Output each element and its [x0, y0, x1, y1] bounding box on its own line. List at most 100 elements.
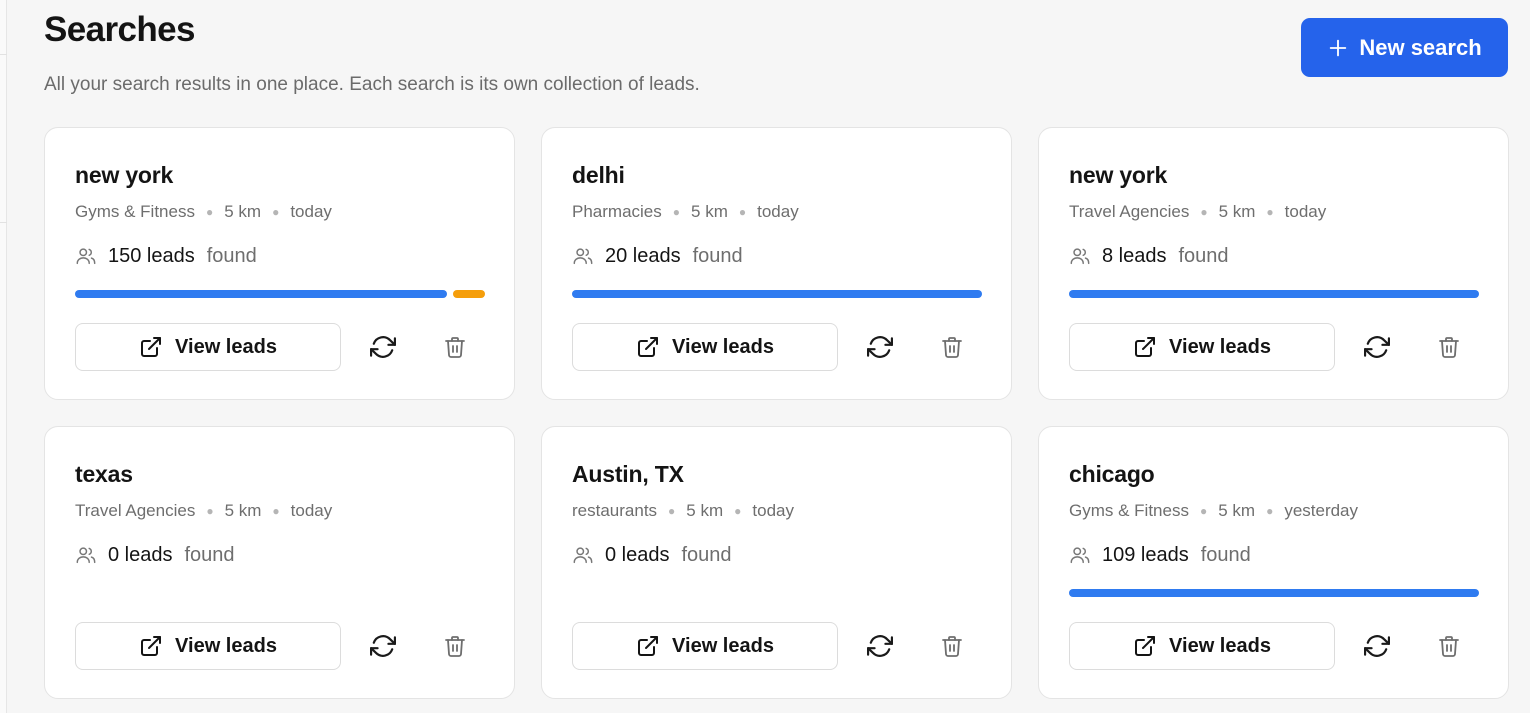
delete-button[interactable] — [936, 331, 968, 363]
search-radius: 5 km — [691, 202, 728, 221]
search-category: Pharmacies — [572, 202, 662, 221]
search-radius: 5 km — [686, 501, 724, 520]
page-header: Searches All your search results in one … — [44, 12, 700, 95]
view-leads-button[interactable]: View leads — [572, 323, 838, 371]
refresh-button[interactable] — [367, 331, 399, 363]
search-date: today — [290, 501, 333, 520]
refresh-button[interactable] — [864, 331, 896, 363]
search-date: yesterday — [1284, 501, 1359, 520]
meta-separator: ● — [272, 205, 280, 219]
search-date: today — [1284, 202, 1327, 221]
trash-icon — [1439, 636, 1459, 657]
delete-button[interactable] — [439, 331, 471, 363]
leads-found-label: found — [1178, 245, 1229, 267]
search-card-title: Austin, TX — [572, 461, 684, 487]
meta-separator: ● — [668, 504, 676, 518]
leads-summary: 0 leads found — [75, 543, 235, 567]
refresh-icon — [1364, 635, 1390, 657]
users-icon — [76, 547, 96, 564]
progress-segment-complete — [1069, 589, 1479, 597]
leads-found-label: found — [184, 544, 235, 566]
plus-icon — [1330, 39, 1347, 56]
page-title: Searches — [44, 10, 195, 49]
left-edge-divider — [0, 0, 7, 713]
search-radius: 5 km — [1218, 202, 1256, 221]
search-category: restaurants — [572, 501, 658, 520]
search-card: chicago Gyms & Fitness ● 5 km ● yesterda… — [1038, 426, 1509, 699]
trash-icon — [1439, 337, 1459, 358]
leads-found-label: found — [692, 245, 743, 267]
search-card-title: texas — [75, 461, 133, 487]
view-leads-label: View leads — [1169, 335, 1271, 358]
meta-separator: ● — [1266, 504, 1274, 518]
edge-tick — [0, 222, 7, 223]
view-leads-label: View leads — [175, 634, 277, 657]
leads-count: 8 leads — [1102, 245, 1167, 267]
view-leads-button[interactable]: View leads — [75, 323, 341, 371]
meta-separator: ● — [272, 504, 280, 518]
refresh-icon — [867, 336, 893, 358]
search-card: delhi Pharmacies ● 5 km ● today 20 leads… — [541, 127, 1012, 400]
search-radius: 5 km — [224, 202, 262, 221]
users-icon — [1070, 547, 1090, 564]
view-leads-label: View leads — [672, 634, 774, 657]
users-icon — [573, 248, 593, 265]
refresh-icon — [370, 336, 396, 358]
meta-separator: ● — [734, 504, 742, 518]
leads-progress-bar — [572, 290, 982, 298]
refresh-button[interactable] — [864, 630, 896, 662]
leads-summary: 20 leads found — [572, 244, 743, 268]
users-icon — [76, 248, 96, 265]
meta-separator: ● — [672, 205, 681, 219]
search-card: texas Travel Agencies ● 5 km ● today 0 l… — [44, 426, 515, 699]
external-link-icon — [141, 636, 162, 656]
search-card: Austin, TX restaurants ● 5 km ● today 0 … — [541, 426, 1012, 699]
progress-segment-complete — [572, 290, 982, 298]
search-card-title: chicago — [1069, 461, 1155, 487]
view-leads-button[interactable]: View leads — [572, 622, 838, 670]
refresh-button[interactable] — [367, 630, 399, 662]
leads-summary: 150 leads found — [75, 244, 257, 268]
search-date: today — [757, 202, 799, 221]
view-leads-label: View leads — [1169, 634, 1271, 657]
search-radius: 5 km — [1218, 501, 1256, 520]
refresh-button[interactable] — [1361, 331, 1393, 363]
new-search-button[interactable]: New search — [1301, 18, 1508, 77]
trash-icon — [942, 636, 962, 657]
search-card-title: new york — [75, 162, 174, 188]
leads-progress-bar — [75, 589, 485, 597]
leads-count: 20 leads — [605, 245, 681, 267]
trash-icon — [942, 337, 962, 358]
external-link-icon — [1135, 337, 1156, 357]
leads-count: 0 leads — [108, 544, 173, 566]
search-card: new york Travel Agencies ● 5 km ● today … — [1038, 127, 1509, 400]
view-leads-button[interactable]: View leads — [75, 622, 341, 670]
progress-segment-complete — [75, 290, 447, 298]
meta-separator: ● — [205, 205, 214, 219]
view-leads-button[interactable]: View leads — [1069, 622, 1335, 670]
trash-icon — [445, 636, 465, 657]
view-leads-button[interactable]: View leads — [1069, 323, 1335, 371]
leads-count: 0 leads — [605, 544, 670, 566]
meta-separator: ● — [738, 205, 747, 219]
leads-progress-bar — [75, 290, 485, 298]
delete-button[interactable] — [936, 630, 968, 662]
leads-found-label: found — [1200, 544, 1251, 566]
search-date: today — [752, 501, 794, 520]
external-link-icon — [1135, 636, 1156, 656]
external-link-icon — [141, 337, 162, 357]
search-category: Travel Agencies — [1069, 202, 1190, 221]
new-search-label: New search — [1359, 34, 1482, 60]
delete-button[interactable] — [439, 630, 471, 662]
delete-button[interactable] — [1433, 630, 1465, 662]
view-leads-label: View leads — [175, 335, 277, 358]
refresh-icon — [370, 635, 396, 657]
search-card-meta: Pharmacies ● 5 km ● today — [572, 202, 799, 222]
search-card-title: new york — [1069, 162, 1168, 188]
users-icon — [1070, 248, 1090, 265]
search-cards-grid: new york Gyms & Fitness ● 5 km ● today 1… — [44, 127, 1509, 699]
search-card-title: delhi — [572, 162, 625, 188]
delete-button[interactable] — [1433, 331, 1465, 363]
refresh-icon — [1364, 336, 1390, 358]
refresh-button[interactable] — [1361, 630, 1393, 662]
